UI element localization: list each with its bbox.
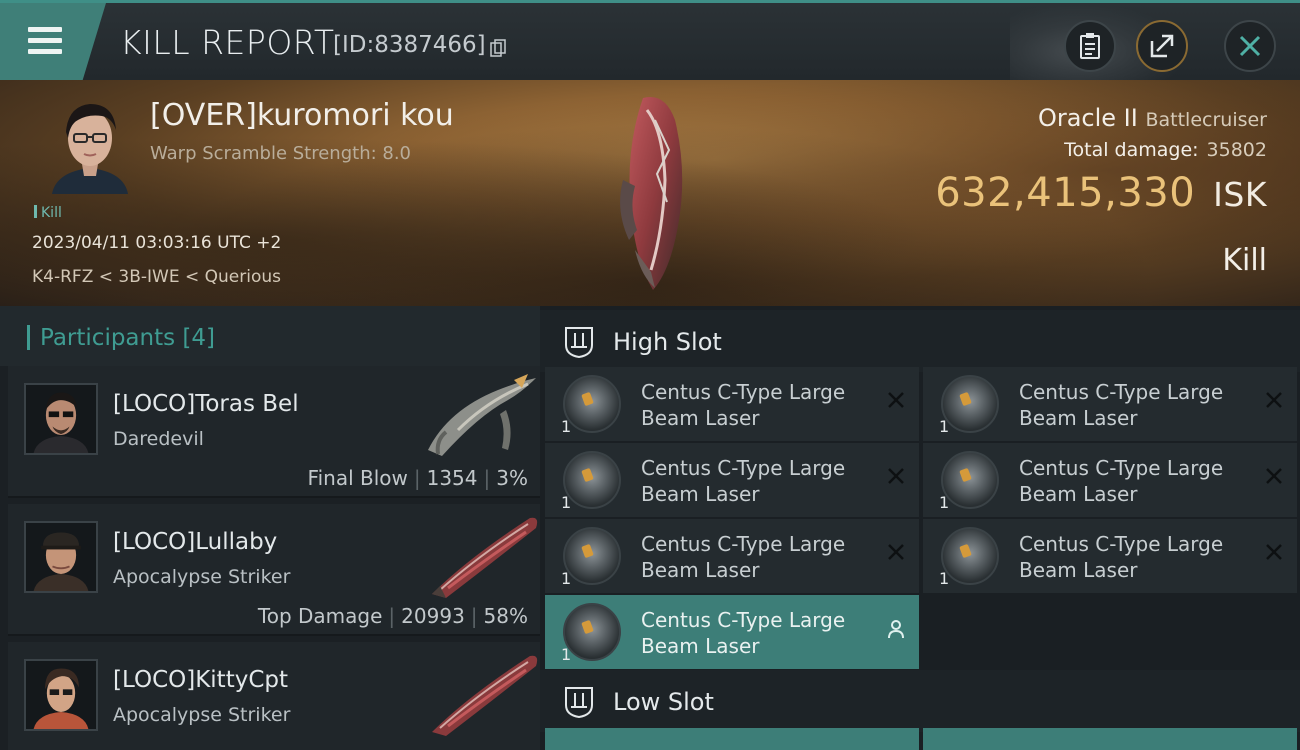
kill-location[interactable]: K4-RFZ < 3B-IWE < Querious bbox=[32, 267, 281, 287]
module-name: Centus C-Type Large Beam Laser bbox=[1019, 532, 1224, 582]
participant-row[interactable]: [LOCO]Lullaby Apocalypse Striker Top Dam… bbox=[8, 504, 540, 636]
participant-portrait bbox=[24, 383, 98, 455]
victim-portrait[interactable] bbox=[42, 92, 138, 194]
copy-icon[interactable] bbox=[490, 39, 506, 57]
beam-laser-icon bbox=[563, 603, 621, 661]
module-quantity: 1 bbox=[561, 417, 572, 436]
share-icon bbox=[1150, 34, 1174, 58]
participants-panel: Participants [4] [LOCO]Toras Bel Daredev… bbox=[0, 306, 540, 750]
module-name: Centus C-Type Large Beam Laser bbox=[641, 608, 846, 658]
participant-ship: Daredevil bbox=[113, 428, 204, 450]
participants-title: Participants bbox=[40, 325, 176, 351]
destroyed-icon bbox=[888, 544, 904, 560]
module-item[interactable]: 1 Centus C-Type Large Beam Laser bbox=[923, 367, 1297, 441]
fitting-panel: High Slot 1 Centus C-Type Large Beam Lase… bbox=[540, 306, 1300, 750]
module-quantity: 1 bbox=[561, 569, 572, 588]
low-slot-module-partial[interactable] bbox=[923, 728, 1297, 750]
window-title: KILL REPORT bbox=[120, 23, 335, 62]
module-name: Centus C-Type Large Beam Laser bbox=[1019, 456, 1224, 506]
participant-row[interactable]: [LOCO]Toras Bel Daredevil Final Blow | 135… bbox=[8, 366, 540, 498]
share-button[interactable] bbox=[1136, 20, 1188, 72]
destroyed-icon bbox=[1266, 392, 1282, 408]
destroyed-icon bbox=[1266, 468, 1282, 484]
destroyed-icon bbox=[888, 392, 904, 408]
participant-row[interactable]: [LOCO]KittyCpt Apocalypse Striker bbox=[8, 642, 540, 750]
title-bar: KILL REPORT [ID:8387466] bbox=[0, 0, 1300, 83]
module-item[interactable]: 1 Centus C-Type Large Beam Laser bbox=[545, 595, 919, 669]
destroyed-icon bbox=[888, 468, 904, 484]
module-item[interactable]: 1 Centus C-Type Large Beam Laser bbox=[545, 443, 919, 517]
module-name: Centus C-Type Large Beam Laser bbox=[641, 380, 846, 430]
clipboard-button[interactable] bbox=[1064, 20, 1116, 72]
destroyed-icon bbox=[1266, 544, 1282, 560]
beam-laser-icon bbox=[563, 375, 621, 433]
victim-ship[interactable]: Oracle II Battlecruiser bbox=[1038, 104, 1267, 132]
beam-laser-icon bbox=[563, 527, 621, 585]
hamburger-icon bbox=[28, 27, 62, 32]
apocalypse-striker-ship-image[interactable] bbox=[418, 508, 543, 600]
module-item[interactable]: 1 Centus C-Type Large Beam Laser bbox=[545, 519, 919, 593]
close-icon bbox=[1239, 35, 1261, 57]
beam-laser-icon bbox=[941, 451, 999, 509]
menu-button[interactable] bbox=[0, 3, 106, 80]
participant-stats: Final Blow | 1354 | 3% bbox=[307, 466, 528, 490]
result-label: Kill bbox=[1222, 243, 1267, 278]
kill-tag: Kill bbox=[34, 205, 62, 221]
participant-portrait bbox=[24, 521, 98, 593]
module-quantity: 1 bbox=[939, 569, 950, 588]
module-quantity: 1 bbox=[561, 645, 572, 664]
beam-laser-icon bbox=[941, 527, 999, 585]
low-slot-module-partial[interactable] bbox=[545, 728, 919, 750]
module-quantity: 1 bbox=[939, 417, 950, 436]
report-id: [ID:8387466] bbox=[333, 32, 486, 58]
high-slot-icon bbox=[565, 327, 593, 359]
module-item[interactable]: 1 Centus C-Type Large Beam Laser bbox=[545, 367, 919, 441]
apocalypse-striker-ship-image[interactable] bbox=[418, 646, 543, 738]
participant-name[interactable]: [LOCO]Lullaby bbox=[113, 529, 277, 555]
participant-ship: Apocalypse Striker bbox=[113, 704, 291, 726]
module-item[interactable]: 1 Centus C-Type Large Beam Laser bbox=[923, 519, 1297, 593]
close-button[interactable] bbox=[1224, 20, 1276, 72]
participant-stats: Top Damage | 20993 | 58% bbox=[257, 604, 528, 628]
low-slot-title: Low Slot bbox=[613, 688, 714, 716]
daredevil-ship-image[interactable] bbox=[418, 370, 543, 462]
module-item[interactable]: 1 Centus C-Type Large Beam Laser bbox=[923, 443, 1297, 517]
dropped-person-icon bbox=[888, 620, 904, 639]
beam-laser-icon bbox=[563, 451, 621, 509]
high-slot-header[interactable]: High Slot bbox=[540, 310, 1300, 372]
participant-portrait bbox=[24, 659, 98, 731]
victim-name[interactable]: [OVER]kuromori kou bbox=[150, 98, 454, 133]
isk-value: 632,415,330 ISK bbox=[935, 170, 1267, 216]
participant-ship: Apocalypse Striker bbox=[113, 566, 291, 588]
module-quantity: 1 bbox=[561, 493, 572, 512]
high-slot-title: High Slot bbox=[613, 328, 722, 356]
victim-ship-image[interactable] bbox=[605, 90, 715, 295]
total-damage: Total damage: 35802 bbox=[1064, 139, 1267, 161]
participants-count: [4] bbox=[182, 325, 216, 351]
low-slot-header[interactable]: Low Slot bbox=[540, 670, 1300, 732]
module-name: Centus C-Type Large Beam Laser bbox=[1019, 380, 1224, 430]
clipboard-icon bbox=[1080, 33, 1100, 59]
module-name: Centus C-Type Large Beam Laser bbox=[641, 456, 846, 506]
low-slot-icon bbox=[565, 687, 593, 719]
participant-name[interactable]: [LOCO]Toras Bel bbox=[113, 391, 299, 417]
participants-header: Participants [4] bbox=[0, 306, 540, 366]
module-quantity: 1 bbox=[939, 493, 950, 512]
victim-header: [OVER]kuromori kou Warp Scramble Strengt… bbox=[0, 80, 1300, 306]
beam-laser-icon bbox=[941, 375, 999, 433]
participant-name[interactable]: [LOCO]KittyCpt bbox=[113, 667, 288, 693]
kill-timestamp: 2023/04/11 03:03:16 UTC +2 bbox=[32, 233, 282, 253]
warp-scramble-strength: Warp Scramble Strength: 8.0 bbox=[150, 143, 412, 164]
module-name: Centus C-Type Large Beam Laser bbox=[641, 532, 846, 582]
